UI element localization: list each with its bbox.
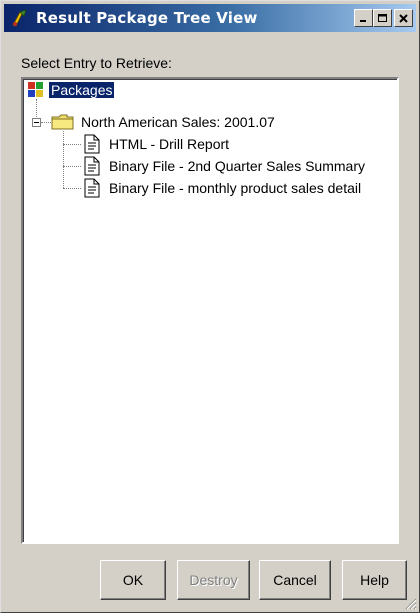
folder-icon bbox=[51, 114, 74, 130]
tree-connector bbox=[63, 166, 81, 167]
minimize-button[interactable] bbox=[354, 9, 373, 27]
maximize-button[interactable] bbox=[373, 9, 392, 27]
tree-node-label: HTML - Drill Report bbox=[109, 136, 230, 152]
package-tree[interactable]: Packages North American Sales: 2001.07 H… bbox=[21, 77, 399, 544]
destroy-button[interactable]: Destroy bbox=[177, 560, 250, 600]
help-button[interactable]: Help bbox=[342, 560, 407, 600]
tree-node-packages[interactable]: Packages bbox=[27, 79, 116, 101]
close-button[interactable] bbox=[394, 9, 413, 27]
minimize-icon bbox=[360, 19, 366, 22]
ok-button[interactable]: OK bbox=[100, 560, 166, 600]
maximize-icon bbox=[377, 13, 387, 22]
dialog-window: Result Package Tree View Select Entry to… bbox=[0, 0, 420, 613]
tree-node-binary-2nd-quarter[interactable]: Binary File - 2nd Quarter Sales Summary bbox=[83, 155, 367, 177]
tree-connector bbox=[41, 122, 51, 123]
tree-node-label: Binary File - 2nd Quarter Sales Summary bbox=[109, 158, 365, 174]
tree-node-label: North American Sales: 2001.07 bbox=[81, 114, 275, 130]
window-title: Result Package Tree View bbox=[36, 9, 258, 27]
document-icon bbox=[84, 156, 100, 176]
close-icon bbox=[399, 13, 408, 23]
tree-connector bbox=[63, 188, 81, 189]
collapse-toggle[interactable] bbox=[32, 118, 41, 127]
packages-icon bbox=[28, 82, 43, 97]
tree-node-binary-monthly-detail[interactable]: Binary File - monthly product sales deta… bbox=[83, 177, 363, 199]
cancel-button[interactable]: Cancel bbox=[259, 560, 331, 600]
tree-node-north-american-sales[interactable]: North American Sales: 2001.07 bbox=[51, 111, 277, 133]
document-icon bbox=[84, 134, 100, 154]
select-entry-label: Select Entry to Retrieve: bbox=[21, 55, 172, 71]
title-bar[interactable]: Result Package Tree View bbox=[4, 4, 416, 32]
tree-node-label: Binary File - monthly product sales deta… bbox=[109, 180, 362, 196]
app-icon bbox=[8, 6, 32, 30]
tree-node-label: Packages bbox=[47, 81, 116, 99]
document-icon bbox=[84, 178, 100, 198]
resize-grip-icon[interactable] bbox=[405, 598, 417, 610]
tree-node-html-drill-report[interactable]: HTML - Drill Report bbox=[83, 133, 231, 155]
tree-connector bbox=[63, 144, 81, 145]
tree-connector bbox=[63, 131, 64, 188]
